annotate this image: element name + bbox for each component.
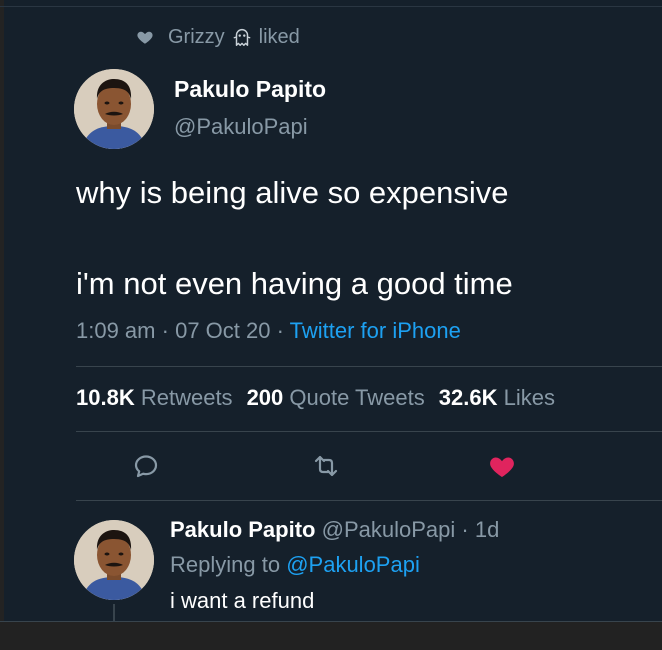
user-handle[interactable]: @PakuloPapi xyxy=(174,114,308,140)
ghost-emoji-icon xyxy=(233,29,251,46)
frame-left-edge xyxy=(0,0,4,650)
tweet-time[interactable]: 1:09 am xyxy=(76,318,156,343)
top-divider xyxy=(0,6,662,7)
thread-line xyxy=(113,604,115,622)
retweet-icon[interactable] xyxy=(312,452,340,480)
meta-separator: · xyxy=(461,517,469,542)
likes-label: Likes xyxy=(503,385,555,410)
heart-icon xyxy=(137,31,153,44)
like-heart-icon[interactable] xyxy=(488,452,516,480)
divider xyxy=(76,366,662,367)
avatar-image xyxy=(74,520,154,600)
avatar-image xyxy=(74,69,154,149)
avatar[interactable] xyxy=(74,69,154,149)
retweets-stat[interactable]: 10.8K Retweets xyxy=(76,385,233,410)
frame-bottom-edge xyxy=(0,622,662,650)
reply-text: i want a refund xyxy=(170,588,315,613)
tweet-source[interactable]: Twitter for iPhone xyxy=(290,318,461,343)
reply-icon[interactable] xyxy=(132,452,160,480)
retweets-count: 10.8K xyxy=(76,385,135,410)
divider xyxy=(76,500,662,501)
reply-display-name[interactable]: Pakulo Papito xyxy=(170,517,315,542)
reply-header: Pakulo Papito @PakuloPapi · 1d xyxy=(170,517,499,543)
likes-stat[interactable]: 32.6K Likes xyxy=(439,385,555,410)
tweet-text-line-2: i'm not even having a good time xyxy=(76,266,513,301)
replying-prefix: Replying to xyxy=(170,552,281,577)
quote-tweets-count: 200 xyxy=(246,385,284,410)
tweet-date[interactable]: 07 Oct 20 xyxy=(175,318,270,343)
reply-handle[interactable]: @PakuloPapi xyxy=(322,517,456,542)
display-name[interactable]: Pakulo Papito xyxy=(174,76,326,103)
reply-avatar[interactable] xyxy=(74,520,154,600)
reply-age[interactable]: 1d xyxy=(475,517,499,542)
retweets-label: Retweets xyxy=(140,385,233,410)
quote-tweets-label: Quote Tweets xyxy=(289,385,425,410)
meta-separator: · xyxy=(276,318,284,343)
social-context[interactable]: Grizzy liked xyxy=(136,24,300,50)
likes-count: 32.6K xyxy=(438,385,498,410)
divider xyxy=(76,431,662,432)
tweet-text-line-1: why is being alive so expensive xyxy=(76,175,509,210)
social-context-user[interactable]: Grizzy xyxy=(168,26,225,49)
quote-tweets-stat[interactable]: 200 Quote Tweets xyxy=(247,385,425,410)
replying-mention[interactable]: @PakuloPapi xyxy=(286,552,420,577)
social-context-action: liked xyxy=(258,25,300,48)
replying-to: Replying to @PakuloPapi xyxy=(170,552,420,578)
meta-separator: · xyxy=(161,318,169,343)
engagement-stats: 10.8K Retweets 200 Quote Tweets 32.6K Like… xyxy=(76,385,555,411)
tweet-meta: 1:09 am · 07 Oct 20 · Twitter for iPhone xyxy=(76,318,461,344)
